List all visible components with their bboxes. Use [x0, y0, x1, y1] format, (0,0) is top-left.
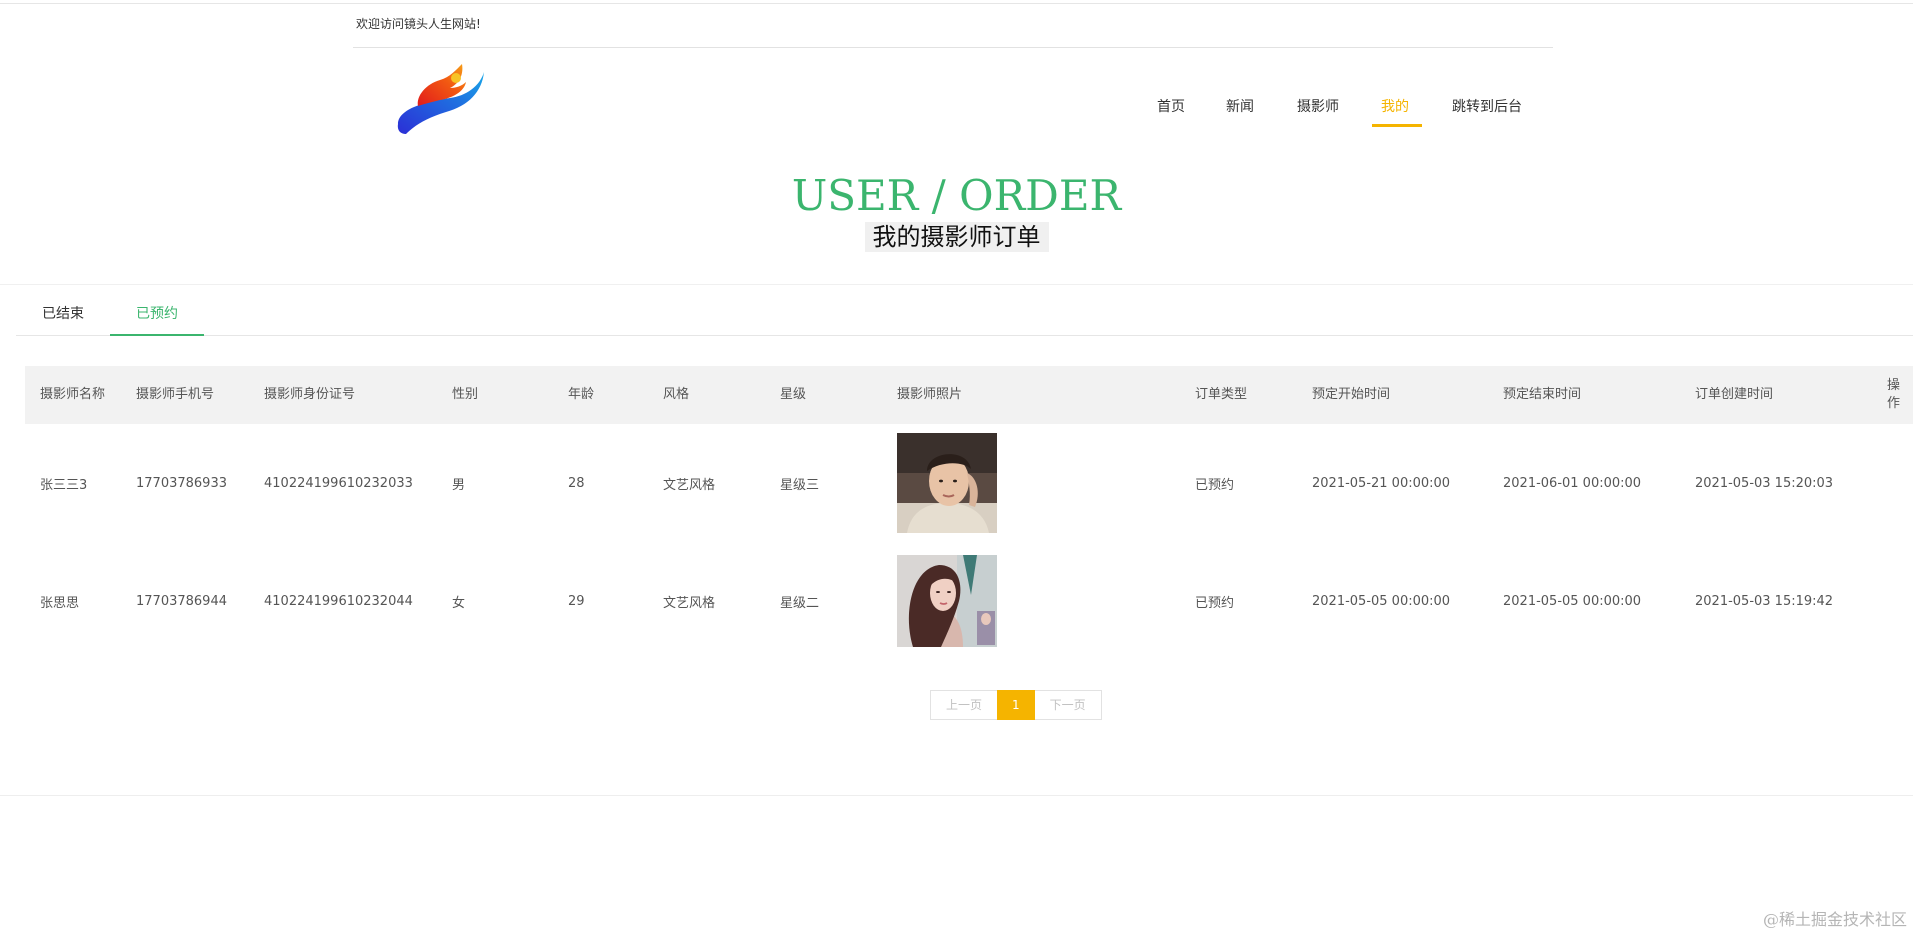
- column-header: 操作: [1887, 378, 1901, 411]
- cell-end-time: 2021-06-01 00:00:00: [1503, 475, 1642, 491]
- nav-photographers[interactable]: 摄影师: [1297, 97, 1339, 117]
- cell-photo: [882, 542, 1180, 660]
- cell-gender: 男: [452, 477, 466, 493]
- cell-phone: 17703786933: [136, 475, 227, 491]
- column-header: 摄影师照片: [897, 387, 963, 402]
- cell-id-number: 410224199610232033: [264, 475, 413, 491]
- cell-name: 张思思: [40, 595, 80, 611]
- cell-age: 28: [568, 475, 585, 491]
- orders-table: 摄影师名称 摄影师手机号 摄影师身份证号 性别 年龄 风格 星级 摄影师照片 订…: [25, 366, 1913, 660]
- column-header: 摄影师手机号: [136, 387, 215, 402]
- prev-page-button[interactable]: 上一页: [930, 690, 998, 720]
- cell-style: 文艺风格: [663, 595, 716, 611]
- table-row: 张思思 17703786944 410224199610232044 女 29 …: [25, 542, 1913, 660]
- cell-start-time: 2021-05-05 00:00:00: [1312, 593, 1451, 609]
- cell-order-type: 已预约: [1195, 477, 1235, 493]
- column-header: 订单类型: [1195, 387, 1248, 402]
- footer-divider: [0, 795, 1913, 796]
- cell-actions: [1872, 424, 1913, 542]
- pagination: 上一页 1 下一页: [930, 690, 1102, 720]
- cell-id-number: 410224199610232044: [264, 593, 413, 609]
- column-header: 星级: [780, 387, 807, 402]
- column-header: 摄影师身份证号: [264, 387, 356, 402]
- table-row: 张三三3 17703786933 410224199610232033 男 28…: [25, 424, 1913, 542]
- cell-start-time: 2021-05-21 00:00:00: [1312, 475, 1451, 491]
- page: 欢迎访问镜头人生网站! 首页 新闻 摄影师 我的 跳转到后台 USER / OR…: [0, 0, 1913, 935]
- cell-star: 星级二: [780, 595, 820, 611]
- table-header-row: 摄影师名称 摄影师手机号 摄影师身份证号 性别 年龄 风格 星级 摄影师照片 订…: [25, 366, 1913, 424]
- cell-star: 星级三: [780, 477, 820, 493]
- brand-logo[interactable]: [392, 62, 487, 138]
- nav-active-indicator: [1372, 124, 1422, 127]
- watermark: @稀土掘金技术社区: [1762, 910, 1907, 929]
- cell-gender: 女: [452, 595, 466, 611]
- column-header: 订单创建时间: [1695, 387, 1774, 402]
- page-title-en: USER / ORDER: [791, 171, 1122, 220]
- column-header: 年龄: [568, 387, 595, 402]
- welcome-text: 欢迎访问镜头人生网站!: [356, 17, 481, 31]
- tab-booked[interactable]: 已预约: [110, 298, 204, 336]
- nav-news[interactable]: 新闻: [1226, 97, 1254, 117]
- cell-order-type: 已预约: [1195, 595, 1235, 611]
- column-header: 风格: [663, 387, 690, 402]
- nav-mine[interactable]: 我的: [1381, 97, 1409, 117]
- order-tabs: 已结束 已预约: [16, 298, 1913, 336]
- column-header: 预定开始时间: [1312, 387, 1391, 402]
- column-header: 摄影师名称: [40, 387, 106, 402]
- cell-phone: 17703786944: [136, 593, 227, 609]
- cell-name: 张三三3: [40, 477, 88, 493]
- page-title-cn: 我的摄影师订单: [864, 222, 1049, 252]
- column-header: 性别: [452, 387, 479, 402]
- nav-home[interactable]: 首页: [1157, 97, 1185, 117]
- cell-end-time: 2021-05-05 00:00:00: [1503, 593, 1642, 609]
- cell-created-time: 2021-05-03 15:20:03: [1695, 475, 1834, 491]
- top-divider: [0, 3, 1913, 4]
- cell-age: 29: [568, 593, 585, 609]
- cell-created-time: 2021-05-03 15:19:42: [1695, 593, 1834, 609]
- cell-photo: [882, 424, 1180, 542]
- photographer-photo-man[interactable]: [897, 433, 997, 533]
- section-divider: [0, 284, 1913, 285]
- photographer-photo-woman[interactable]: [897, 555, 997, 647]
- cell-actions: [1872, 542, 1913, 660]
- header-divider: [353, 47, 1553, 48]
- current-page-button[interactable]: 1: [997, 690, 1035, 720]
- next-page-button[interactable]: 下一页: [1034, 690, 1102, 720]
- cell-style: 文艺风格: [663, 477, 716, 493]
- tab-finished[interactable]: 已结束: [16, 298, 110, 336]
- column-header: 预定结束时间: [1503, 387, 1582, 402]
- nav-admin[interactable]: 跳转到后台: [1452, 97, 1522, 117]
